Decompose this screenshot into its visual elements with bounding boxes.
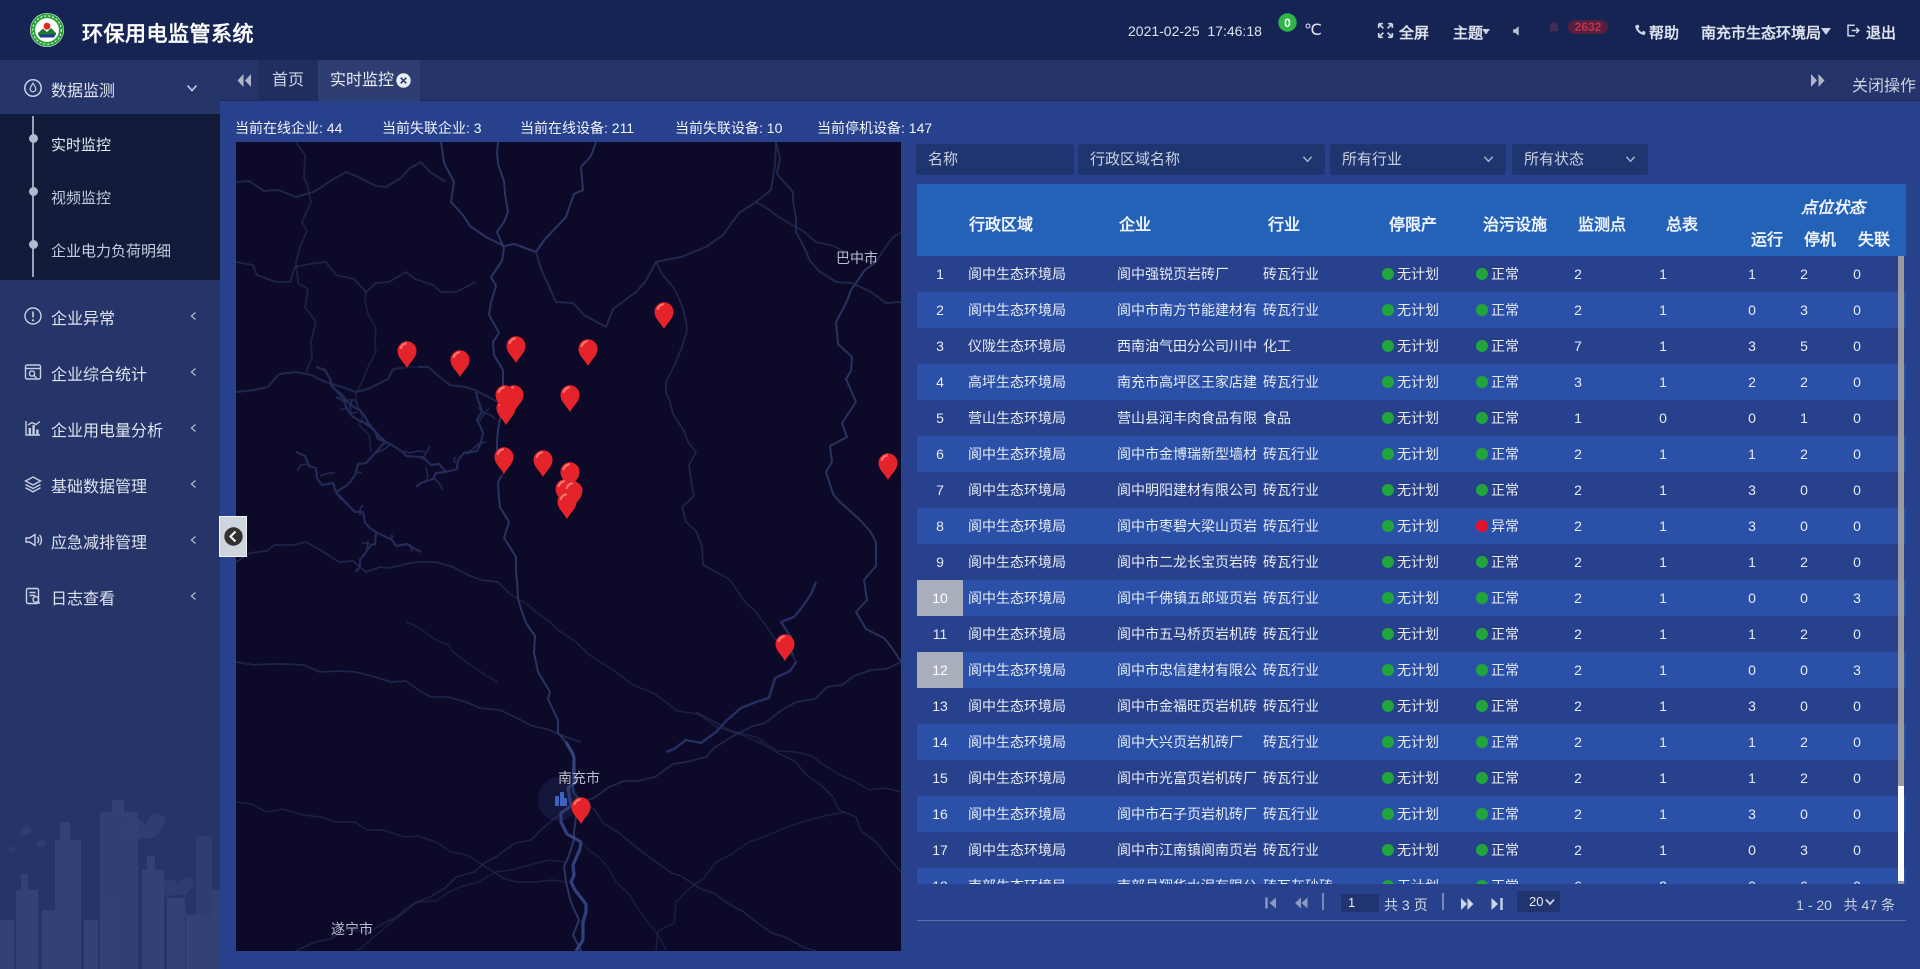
svg-text:0: 0 xyxy=(1284,16,1291,30)
